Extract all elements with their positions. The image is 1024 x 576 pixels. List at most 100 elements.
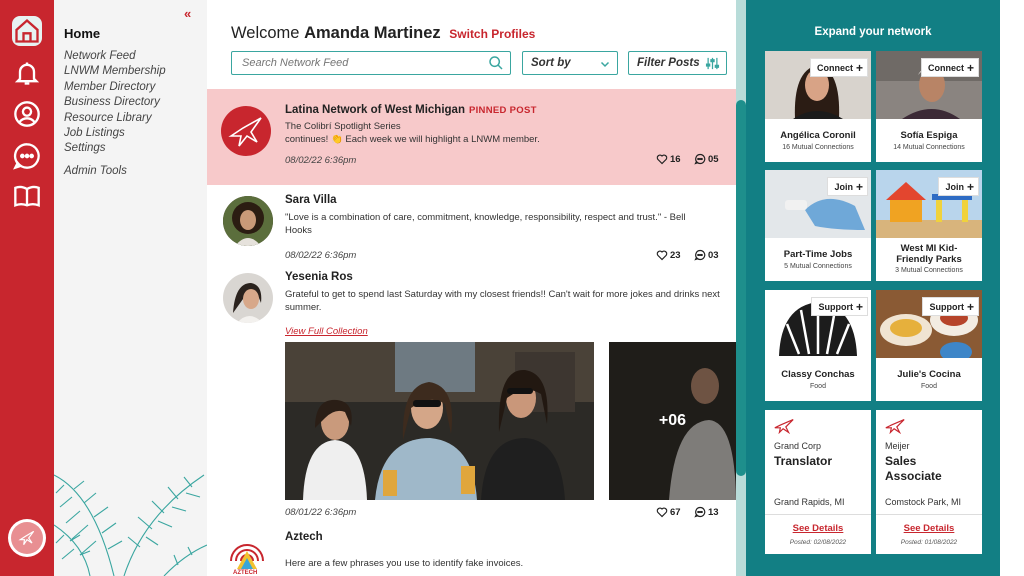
button-label: Connect — [927, 62, 964, 73]
plus-icon: + — [855, 179, 863, 194]
more-photos-count[interactable]: +06 — [609, 342, 736, 500]
post-text: The Colibrí Spotlight Series continues! … — [285, 120, 705, 146]
lnwm-logo[interactable] — [8, 519, 46, 557]
button-label: Join — [945, 181, 964, 192]
job-title[interactable]: Translator — [774, 454, 864, 469]
aztech-logo[interactable] — [227, 529, 267, 576]
menu-item-member-directory[interactable]: Member Directory — [64, 80, 166, 95]
author-name[interactable]: Latina Network of West Michigan — [285, 104, 465, 116]
card-name[interactable]: Part-Time Jobs — [765, 249, 871, 260]
comment-count: 03 — [708, 249, 719, 261]
filter-posts-button[interactable]: Filter Posts — [628, 51, 727, 75]
job-posted-date: Posted: 02/08/2022 — [789, 539, 847, 546]
notifications-bell-icon[interactable] — [12, 58, 42, 88]
card-name[interactable]: Angélica Coronil — [765, 130, 871, 141]
post-text-line: continues! 👏 Each week we will highlight… — [285, 134, 540, 145]
divider — [765, 514, 871, 515]
menu-item-admin-tools[interactable]: Admin Tools — [64, 165, 127, 177]
menu-item-network-feed[interactable]: Network Feed — [64, 49, 166, 64]
chevron-down-icon — [600, 61, 610, 68]
suggestion-card[interactable]: Support + Classy Conchas Food — [765, 290, 871, 401]
menu-item-resource-library[interactable]: Resource Library — [64, 111, 166, 126]
view-full-collection-link[interactable]: View Full Collection — [285, 326, 368, 337]
messages-icon[interactable] — [12, 141, 42, 171]
like-count: 67 — [670, 506, 681, 518]
join-button[interactable]: Join + — [938, 177, 979, 196]
comment-button[interactable]: 05 — [694, 153, 719, 165]
button-label: Support — [929, 301, 964, 312]
suggestion-card[interactable]: Join + West MI Kid-Friendly Parks 3 Mutua… — [876, 170, 982, 281]
post-author[interactable]: Latina Network of West Michigan PINNED PO… — [285, 104, 537, 116]
pinned-badge: PINNED POST — [468, 105, 537, 116]
comment-button[interactable]: 13 — [694, 506, 719, 518]
button-label: Join — [834, 181, 853, 192]
suggestion-card[interactable]: Connect + Sofía Espiga 14 Mutual Connecti… — [876, 51, 982, 162]
support-button[interactable]: Support + — [811, 297, 868, 316]
job-title[interactable]: Sales Associate — [885, 454, 975, 484]
card-subtitle: Food — [810, 383, 826, 390]
job-card[interactable]: Meijer Sales Associate Comstock Park, MI… — [876, 410, 982, 554]
card-name[interactable]: Sofía Espiga — [876, 130, 982, 141]
user-name: Amanda Martinez — [304, 24, 441, 42]
heart-icon — [656, 250, 668, 261]
comment-button[interactable]: 03 — [694, 249, 719, 261]
profile-icon[interactable] — [12, 99, 42, 129]
post-author[interactable]: Aztech — [285, 531, 323, 543]
search-input[interactable] — [232, 52, 482, 74]
button-label: Connect — [816, 62, 853, 73]
suggestion-card[interactable]: Join + Part-Time Jobs 5 Mutual Connection… — [765, 170, 871, 281]
switch-profiles-link[interactable]: Switch Profiles — [449, 27, 535, 41]
sort-dropdown[interactable]: Sort by — [522, 51, 618, 75]
divider — [876, 514, 982, 515]
search-box — [231, 51, 511, 75]
like-button[interactable]: 67 — [656, 506, 681, 518]
card-name[interactable]: Classy Conchas — [765, 369, 871, 380]
welcome-text: Welcome — [231, 24, 300, 42]
card-subtitle: 14 Mutual Connections — [893, 144, 965, 151]
collapse-menu-icon[interactable]: « — [184, 6, 191, 21]
button-label: Support — [818, 301, 853, 312]
support-button[interactable]: Support + — [922, 297, 979, 316]
sara-avatar[interactable] — [223, 196, 273, 246]
connect-button[interactable]: Connect + — [809, 58, 868, 77]
search-icon[interactable] — [488, 55, 504, 71]
card-name[interactable]: West MI Kid-Friendly Parks — [876, 243, 982, 265]
scrollbar-thumb[interactable] — [736, 100, 746, 476]
expand-network-title: Expand your network — [814, 26, 932, 38]
join-button[interactable]: Join + — [827, 177, 868, 196]
like-button[interactable]: 16 — [656, 153, 681, 165]
resources-book-icon[interactable] — [12, 181, 42, 211]
expand-network-panel: Expand your network Connect + Angélica Co… — [746, 0, 1000, 576]
home-icon[interactable] — [12, 16, 42, 46]
menu-title[interactable]: Home — [64, 26, 100, 41]
like-count: 16 — [670, 153, 681, 165]
post-date: 08/02/22 6:36pm — [285, 250, 357, 261]
like-button[interactable]: 23 — [656, 249, 681, 261]
post-date: 08/02/22 6:36pm — [285, 155, 357, 166]
icon-rail — [0, 0, 54, 576]
lnwm-avatar[interactable] — [221, 106, 271, 156]
card-subtitle: 3 Mutual Connections — [895, 267, 963, 274]
yesenia-avatar[interactable] — [223, 273, 273, 323]
pinned-post[interactable]: Latina Network of West Michigan PINNED PO… — [207, 89, 736, 185]
side-menu: « Home Network Feed LNWM Membership Memb… — [54, 0, 207, 576]
post-photo-friends[interactable] — [285, 342, 594, 500]
post-photo-more[interactable]: +06 — [609, 342, 736, 500]
connect-button[interactable]: Connect + — [920, 58, 979, 77]
menu-item-membership[interactable]: LNWM Membership — [64, 64, 166, 79]
filter-label: Filter Posts — [637, 57, 700, 69]
aztech-logo-text: AZTECH — [233, 570, 258, 576]
post-text-line: The Colibrí Spotlight Series — [285, 121, 401, 132]
menu-item-business-directory[interactable]: Business Directory — [64, 95, 166, 110]
post-author[interactable]: Sara Villa — [285, 194, 337, 206]
colibri-icon — [774, 419, 794, 434]
menu-item-job-listings[interactable]: Job Listings — [64, 126, 166, 141]
see-details-link[interactable]: See Details — [876, 523, 982, 534]
job-card[interactable]: Grand Corp Translator Grand Rapids, MI S… — [765, 410, 871, 554]
suggestion-card[interactable]: Connect + Angélica Coronil 16 Mutual Conn… — [765, 51, 871, 162]
menu-item-settings[interactable]: Settings — [64, 141, 166, 156]
see-details-link[interactable]: See Details — [765, 523, 871, 534]
post-author[interactable]: Yesenia Ros — [285, 271, 353, 283]
card-name[interactable]: Julie's Cocina — [876, 369, 982, 380]
suggestion-card[interactable]: Support + Julie's Cocina Food — [876, 290, 982, 401]
